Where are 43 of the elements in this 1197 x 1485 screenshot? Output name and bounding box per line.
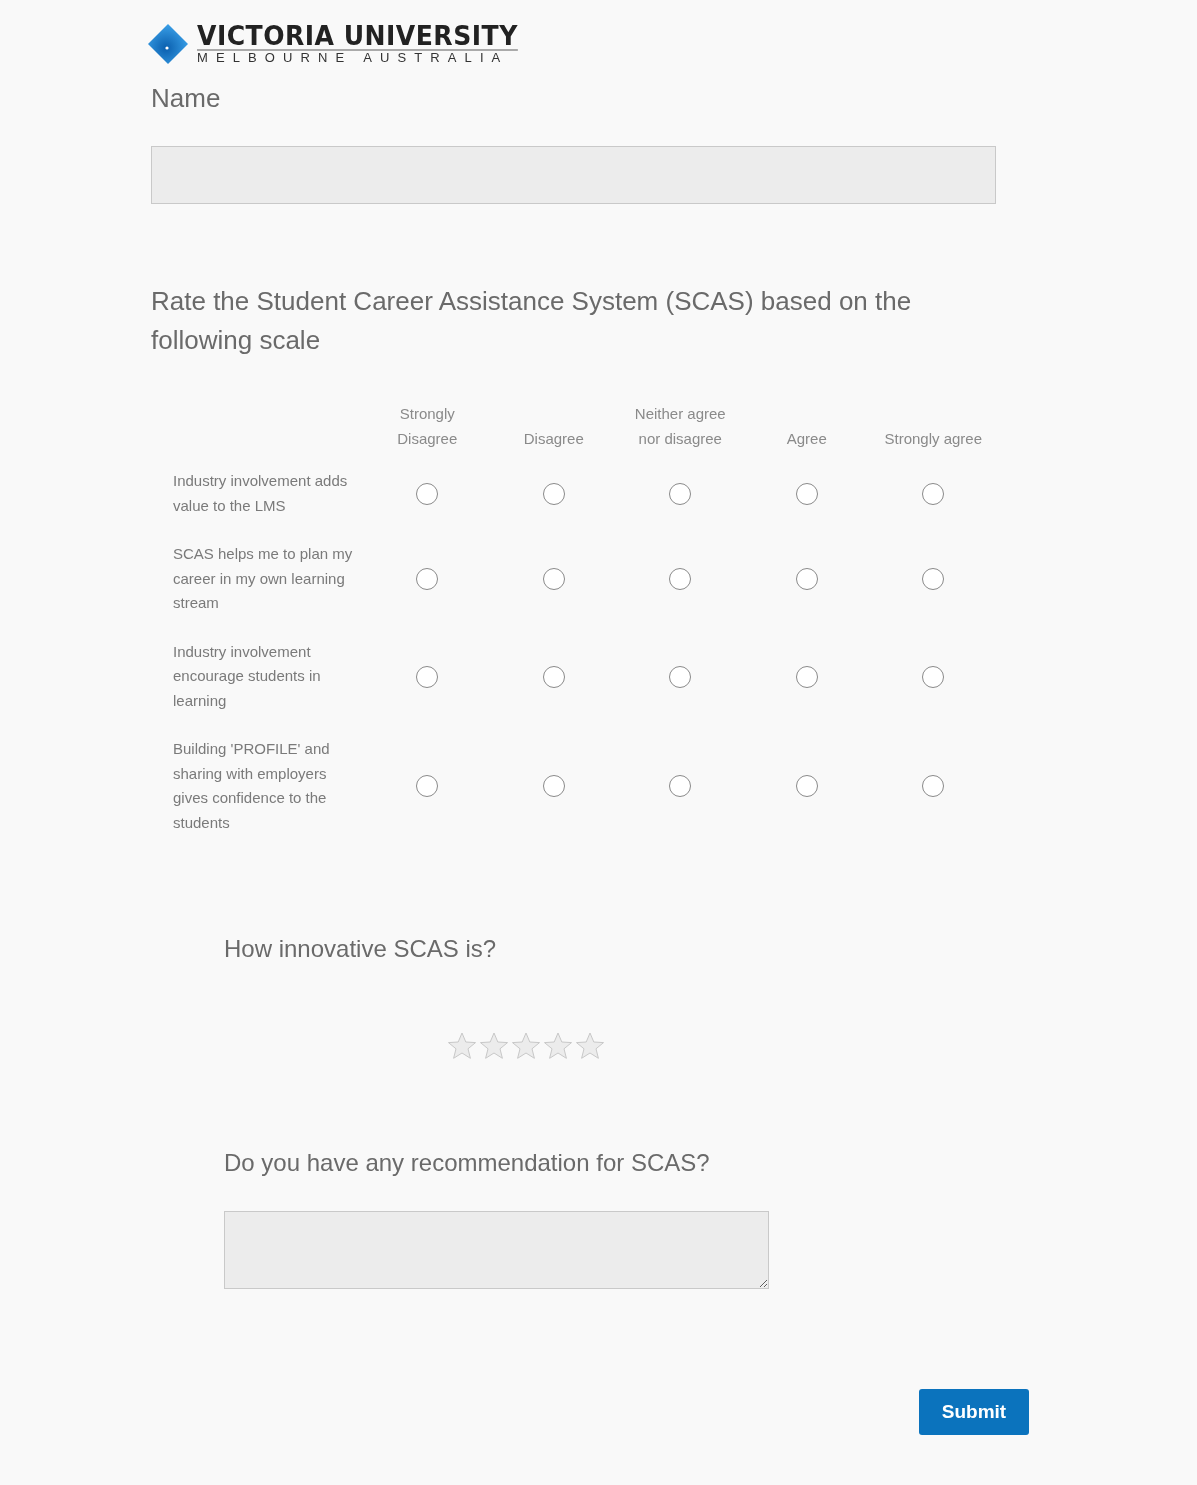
radio-button[interactable] (669, 665, 692, 688)
radio-button[interactable] (542, 665, 565, 688)
radio-button[interactable] (795, 482, 818, 505)
radio-button[interactable] (669, 568, 692, 591)
star-icon[interactable] (511, 1031, 541, 1062)
column-header: Disagree (522, 428, 585, 449)
column-header: Agree (785, 428, 828, 449)
question-text: Rate the Student Career Assistance System (SCAS) based on the following scale (151, 285, 913, 358)
question-text: How innovative SCAS is? (224, 934, 498, 965)
radio-button[interactable] (795, 568, 818, 591)
radio-button[interactable] (922, 775, 945, 798)
question-text: Do you have any recommendation for SCAS? (224, 1148, 711, 1179)
radio-button[interactable] (416, 775, 439, 798)
radio-button[interactable] (795, 775, 818, 798)
name-input-field[interactable] (151, 146, 996, 205)
statement-text: Industry involvement adds value to the LMS (173, 471, 349, 516)
radio-button[interactable] (542, 568, 565, 591)
statement-text: Building 'PROFILE' and sharing with employers gives confidence to the students (173, 739, 331, 833)
radio-button[interactable] (542, 482, 565, 505)
radio-button[interactable] (669, 482, 692, 505)
statement-text: Industry involvement encourage students in learning (173, 641, 322, 711)
field-label: Name (151, 82, 222, 116)
star-icon[interactable] (447, 1031, 477, 1062)
star-icon[interactable] (575, 1031, 605, 1062)
radio-button[interactable] (922, 482, 945, 505)
statement-text: SCAS helps me to plan my career in my own learning stream (173, 544, 354, 614)
star-icon[interactable] (479, 1031, 509, 1062)
column-header: Strongly Disagree (396, 404, 459, 449)
column-header: Strongly agree (883, 428, 984, 449)
submit-button[interactable]: Submit (919, 1389, 1029, 1436)
radio-button[interactable] (922, 568, 945, 591)
radio-button[interactable] (922, 665, 945, 688)
radio-button[interactable] (669, 775, 692, 798)
column-header: Neither agree nor disagree (633, 404, 727, 449)
logo-subtitle: MELBOURNE AUSTRALIA (197, 51, 510, 66)
radio-button[interactable] (416, 568, 439, 591)
radio-button[interactable] (416, 482, 439, 505)
diamond-logo-icon (147, 22, 189, 65)
radio-button[interactable] (542, 775, 565, 798)
logo-title: VICTORIA UNIVERSITY (197, 22, 518, 51)
star-icon[interactable] (543, 1031, 573, 1062)
radio-button[interactable] (416, 665, 439, 688)
radio-button[interactable] (795, 665, 818, 688)
